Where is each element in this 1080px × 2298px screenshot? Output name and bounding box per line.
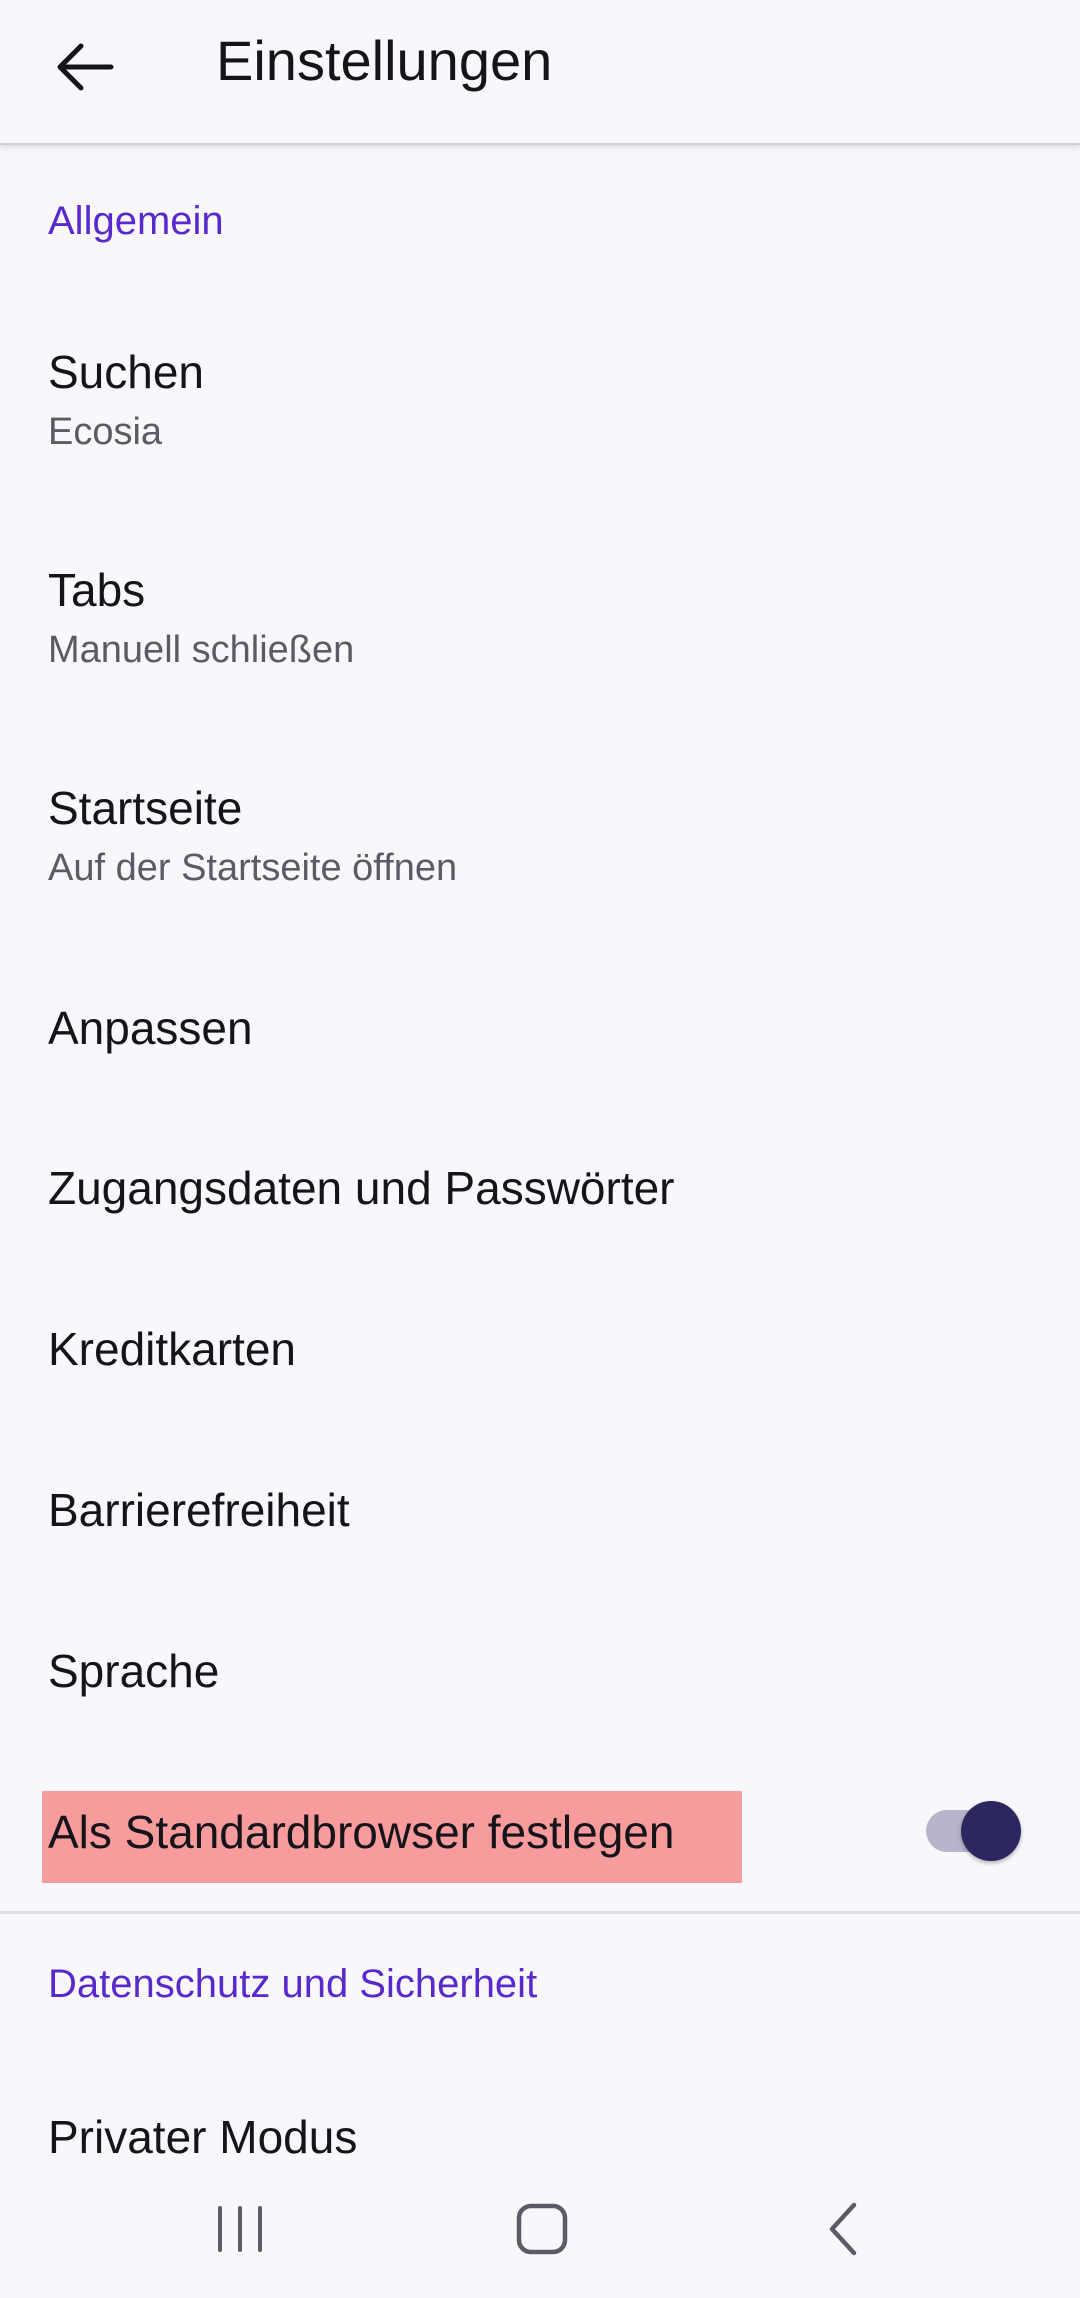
pref-title: Sprache bbox=[48, 1645, 220, 1697]
pref-item-credit-cards[interactable]: Kreditkarten bbox=[0, 1279, 1080, 1419]
pref-title: Anpassen bbox=[48, 1002, 253, 1054]
pref-item-homepage[interactable]: Startseite Auf der Startseite öffnen bbox=[0, 756, 1080, 936]
pref-item-search[interactable]: Suchen Ecosia bbox=[0, 320, 1080, 500]
pref-item-tabs[interactable]: Tabs Manuell schließen bbox=[0, 538, 1080, 718]
page-title: Einstellungen bbox=[216, 29, 553, 92]
pref-summary: Ecosia bbox=[48, 411, 163, 453]
recents-icon bbox=[218, 2206, 262, 2252]
home-button[interactable] bbox=[482, 2160, 602, 2298]
back-button[interactable] bbox=[40, 22, 130, 112]
pref-title: Tabs bbox=[48, 564, 146, 616]
system-nav-bar bbox=[0, 2160, 1080, 2298]
pref-title: Zugangsdaten und Passwörter bbox=[48, 1162, 675, 1214]
recents-button[interactable] bbox=[180, 2160, 300, 2298]
section-header-general: Allgemein bbox=[48, 199, 224, 243]
pref-title: Als Standardbrowser festlegen bbox=[48, 1806, 675, 1858]
pref-item-default-browser[interactable]: Als Standardbrowser festlegen bbox=[0, 1762, 1080, 1902]
pref-title: Privater Modus bbox=[48, 2111, 358, 2163]
pref-item-language[interactable]: Sprache bbox=[0, 1601, 1080, 1741]
nav-back-button[interactable] bbox=[784, 2160, 904, 2298]
toggle-thumb bbox=[961, 1801, 1021, 1861]
pref-summary: Manuell schließen bbox=[48, 629, 355, 671]
pref-title: Barrierefreiheit bbox=[48, 1484, 350, 1536]
section-divider bbox=[0, 1911, 1080, 1914]
pref-title: Suchen bbox=[48, 346, 205, 398]
pref-title: Kreditkarten bbox=[48, 1323, 297, 1375]
chevron-left-icon bbox=[829, 2202, 857, 2256]
pref-title: Startseite bbox=[48, 782, 243, 834]
pref-item-logins-passwords[interactable]: Zugangsdaten und Passwörter bbox=[0, 1118, 1080, 1258]
home-icon bbox=[516, 2203, 568, 2255]
pref-item-accessibility[interactable]: Barrierefreiheit bbox=[0, 1440, 1080, 1580]
pref-item-customize[interactable]: Anpassen bbox=[0, 958, 1080, 1098]
app-bar: Einstellungen bbox=[0, 0, 1080, 145]
arrow-left-icon bbox=[57, 43, 114, 91]
section-header-privacy: Datenschutz und Sicherheit bbox=[48, 1962, 538, 2006]
pref-summary: Auf der Startseite öffnen bbox=[48, 847, 458, 889]
